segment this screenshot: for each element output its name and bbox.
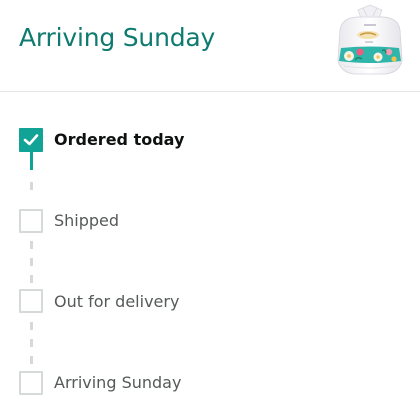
connector-dash bbox=[30, 339, 33, 347]
step-arriving-checkbox bbox=[19, 371, 43, 395]
delivery-header: Arriving Sunday bbox=[0, 0, 420, 92]
step-ordered-checkbox bbox=[19, 128, 43, 152]
connector-dash bbox=[30, 182, 33, 190]
checkmark-icon bbox=[23, 134, 39, 146]
product-package-icon[interactable] bbox=[330, 4, 410, 76]
connector-dash bbox=[30, 241, 33, 249]
step-out-for-delivery-checkbox bbox=[19, 289, 43, 313]
shipment-progress-tracker: Ordered today Shipped Out for delivery A… bbox=[0, 92, 420, 420]
delivery-status-title: Arriving Sunday bbox=[19, 23, 216, 52]
step-shipped-checkbox bbox=[19, 209, 43, 233]
connector-dash bbox=[30, 322, 33, 330]
connector-dash bbox=[30, 258, 33, 266]
step-arriving-label: Arriving Sunday bbox=[54, 373, 182, 392]
order-tracking-screen: Arriving Sunday Ordered today Shipped Ou… bbox=[0, 0, 420, 420]
step-shipped-label: Shipped bbox=[54, 211, 120, 230]
step-out-for-delivery-label: Out for delivery bbox=[54, 292, 180, 311]
progress-connector-filled bbox=[30, 151, 33, 170]
step-ordered-label: Ordered today bbox=[54, 130, 185, 149]
connector-dash bbox=[30, 356, 33, 364]
connector-dash bbox=[30, 275, 33, 283]
